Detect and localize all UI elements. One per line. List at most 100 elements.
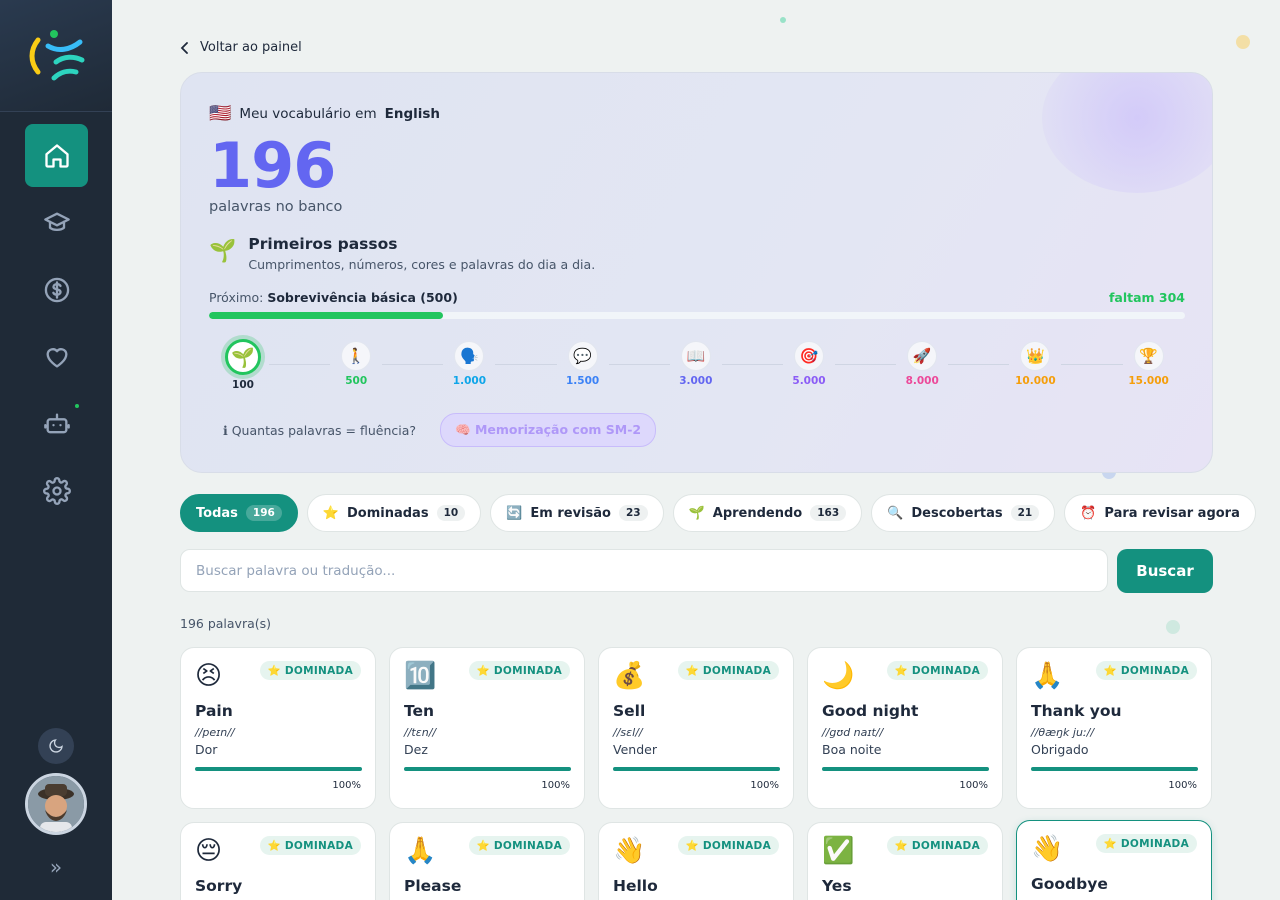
hero-language: English bbox=[384, 105, 441, 122]
word-pronunciation: //gʊd naɪt// bbox=[822, 726, 884, 739]
milestone-icon: 📖 bbox=[680, 341, 711, 371]
milestone-label: 100 bbox=[232, 379, 254, 391]
filter-tab[interactable]: 🔍 Descobertas 21 bbox=[871, 494, 1056, 532]
gear-icon bbox=[42, 476, 71, 505]
heart-icon bbox=[46, 347, 68, 367]
milestone-label: 1.500 bbox=[565, 375, 600, 387]
fluency-info-link[interactable]: ℹ Quantas palavras = fluência? bbox=[223, 423, 416, 438]
word-pronunciation: //sɛl// bbox=[613, 726, 643, 739]
filter-tabs: Todas 196 ⭐ Dominadas 10 🔄 Em revisão 23 🌱 Aprend… bbox=[180, 494, 1256, 532]
sidebar-item-home[interactable] bbox=[25, 124, 88, 187]
word-emoji-icon: 🌙 bbox=[822, 661, 855, 691]
robot-icon bbox=[43, 413, 70, 433]
next-level-name: Sobrevivência básica (500) bbox=[267, 290, 458, 305]
filter-tab-label: Dominadas bbox=[347, 505, 429, 521]
sidebar-item-courses[interactable] bbox=[25, 191, 88, 254]
word-card[interactable]: 👋 ⭐ DOMINADA Hello bbox=[598, 822, 794, 900]
word-progress-bar bbox=[195, 767, 362, 771]
milestone-icon: 🗣️ bbox=[454, 341, 485, 371]
avatar[interactable] bbox=[25, 773, 87, 835]
word-translation: Obrigado bbox=[1031, 742, 1089, 757]
search-button[interactable]: Buscar bbox=[1117, 549, 1213, 593]
filter-tab-count: 10 bbox=[436, 505, 466, 521]
sidebar-item-health[interactable] bbox=[25, 325, 88, 388]
milestone-label: 3.000 bbox=[679, 375, 713, 387]
milestone: 🚀 8.000 bbox=[892, 339, 952, 387]
level-progress-bar bbox=[209, 312, 1185, 319]
milestone: 👑 10.000 bbox=[1005, 339, 1065, 387]
word-text: Pain bbox=[195, 702, 233, 720]
milestone-icon: 🚀 bbox=[907, 341, 938, 371]
notification-dot bbox=[75, 404, 79, 408]
word-card[interactable]: ✅ ⭐ DOMINADA Yes bbox=[807, 822, 1003, 900]
word-pronunciation: //tɛn// bbox=[404, 726, 437, 739]
filter-tab-count: 23 bbox=[618, 505, 648, 521]
milestone-label: 15.000 bbox=[1128, 375, 1169, 387]
word-emoji-icon: 🙏 bbox=[1031, 661, 1064, 691]
sidebar: » bbox=[0, 0, 112, 900]
word-text: Good night bbox=[822, 702, 919, 720]
word-card[interactable]: 👋 ⭐ DOMINADA Goodbye bbox=[1016, 820, 1212, 900]
hero-title: 🇺🇸 Meu vocabulário em English bbox=[209, 103, 440, 124]
word-progress-percent: 100% bbox=[959, 780, 988, 791]
word-progress-percent: 100% bbox=[541, 780, 570, 791]
filter-tab[interactable]: ⭐ Dominadas 10 bbox=[306, 494, 482, 532]
word-card[interactable]: 🙏 ⭐ DOMINADA Please bbox=[389, 822, 585, 900]
next-level-prefix: Próximo: bbox=[209, 290, 264, 305]
home-icon bbox=[44, 143, 69, 168]
sidebar-item-finance[interactable] bbox=[25, 258, 88, 321]
filter-tab-label: Para revisar agora bbox=[1104, 505, 1240, 521]
chevrons-right-icon: » bbox=[49, 855, 63, 879]
filter-tab-icon: ⭐ bbox=[322, 505, 339, 521]
word-card[interactable]: 😔 ⭐ DOMINADA Sorry bbox=[180, 822, 376, 900]
hero-title-prefix: Meu vocabulário em bbox=[239, 105, 377, 122]
search-input[interactable] bbox=[180, 549, 1108, 592]
filter-tab[interactable]: 🌱 Aprendendo 163 bbox=[672, 494, 863, 532]
theme-toggle-button[interactable] bbox=[38, 728, 74, 764]
word-progress-fill bbox=[822, 767, 989, 771]
results-count: 196 palavra(s) bbox=[180, 616, 272, 631]
word-progress-bar bbox=[1031, 767, 1198, 771]
word-progress-bar bbox=[404, 767, 571, 771]
word-pronunciation: //peɪn// bbox=[195, 726, 235, 739]
word-emoji-icon: 💰 bbox=[613, 661, 646, 691]
milestone-connector bbox=[721, 364, 783, 365]
word-card[interactable]: 🙏 ⭐ DOMINADA Thank you //θæŋk juː// Obrigado… bbox=[1016, 647, 1212, 809]
filter-tab-label: Em revisão bbox=[530, 505, 611, 521]
milestone-icon: 💬 bbox=[567, 341, 598, 371]
back-to-dashboard-link[interactable]: Voltar ao painel bbox=[180, 40, 302, 55]
sm2-memorization-button[interactable]: 🧠 Memorização com SM-2 bbox=[440, 413, 657, 447]
filter-tab[interactable]: ⏰ Para revisar agora bbox=[1064, 494, 1256, 532]
word-translation: Dez bbox=[404, 742, 428, 757]
milestone-label: 5.000 bbox=[792, 375, 826, 387]
sidebar-item-settings[interactable] bbox=[25, 459, 88, 522]
word-translation: Vender bbox=[613, 742, 657, 757]
milestone: 🗣️ 1.000 bbox=[439, 339, 499, 387]
filter-tab-count: 163 bbox=[810, 505, 847, 521]
milestone-connector bbox=[495, 364, 557, 365]
main-content: Voltar ao painel 🇺🇸 Meu vocabulário em E… bbox=[112, 0, 1280, 900]
chevron-left-icon bbox=[180, 41, 188, 54]
expand-sidebar-button[interactable]: » bbox=[44, 855, 68, 879]
sidebar-item-assistant[interactable] bbox=[25, 392, 88, 455]
hero-links: ℹ Quantas palavras = fluência? 🧠 Memoriz… bbox=[223, 413, 657, 447]
filter-tab[interactable]: Todas 196 bbox=[180, 494, 298, 532]
milestone: 🎯 5.000 bbox=[779, 339, 839, 387]
level-description: Cumprimentos, números, cores e palavras … bbox=[248, 257, 596, 272]
mastered-badge: ⭐ DOMINADA bbox=[468, 661, 570, 680]
app-logo[interactable] bbox=[0, 0, 112, 112]
mastered-badge: ⭐ DOMINADA bbox=[886, 661, 988, 680]
word-card[interactable]: 😣 ⭐ DOMINADA Pain //peɪn// Dor 100% bbox=[180, 647, 376, 809]
word-text: Please bbox=[404, 877, 462, 895]
word-emoji-icon: 👋 bbox=[613, 836, 646, 866]
word-count-label: palavras no banco bbox=[209, 199, 343, 215]
mastered-badge: ⭐ DOMINADA bbox=[468, 836, 570, 855]
milestone-label: 1.000 bbox=[452, 375, 486, 387]
word-card[interactable]: 💰 ⭐ DOMINADA Sell //sɛl// Vender 100% bbox=[598, 647, 794, 809]
milestone: 📖 3.000 bbox=[666, 339, 726, 387]
word-text: Ten bbox=[404, 702, 435, 720]
us-flag-icon: 🇺🇸 bbox=[209, 103, 232, 124]
word-card[interactable]: 🌙 ⭐ DOMINADA Good night //gʊd naɪt// Boa noi… bbox=[807, 647, 1003, 809]
filter-tab[interactable]: 🔄 Em revisão 23 bbox=[490, 494, 664, 532]
word-card[interactable]: 🔟 ⭐ DOMINADA Ten //tɛn// Dez 100% bbox=[389, 647, 585, 809]
